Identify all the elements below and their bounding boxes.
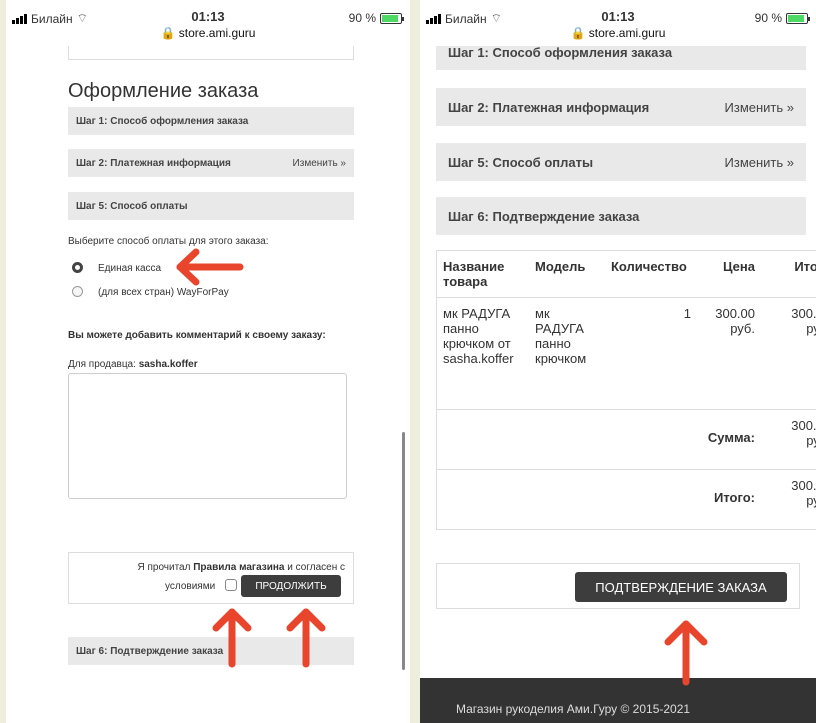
step-2-header: Шаг 2: Платежная информация Изменить »	[68, 149, 354, 177]
table-header-row: Название товара Модель Количество Цена И…	[437, 251, 816, 298]
sum-value: 300.00 руб.	[761, 409, 816, 470]
status-bar-right: Билайн ⌔ 01:13 🔒 store.ami.guru 90 %	[420, 0, 816, 46]
order-table-box: Название товара Модель Количество Цена И…	[436, 250, 816, 530]
step-2-label-right: Шаг 2: Платежная информация	[448, 99, 650, 115]
cell-total: 300.00 руб.	[791, 306, 816, 336]
agreement-box: Я прочитал Правила магазина и согласен с…	[68, 552, 354, 604]
radio-edinaya-kassa[interactable]	[72, 262, 83, 273]
radio-wayforpay[interactable]	[72, 286, 83, 297]
option-wayforpay[interactable]: (для всех стран) WayForPay	[98, 287, 229, 298]
rules-link[interactable]: Правила магазина	[193, 562, 284, 573]
scrollbar[interactable]	[402, 432, 405, 670]
seller-label-text: Для продавца:	[68, 359, 136, 370]
step-5-label: Шаг 5: Способ оплаты	[76, 200, 188, 212]
url-text-right: store.ami.guru	[588, 26, 666, 40]
agree-line2: условиями	[165, 581, 216, 592]
agree-pre: Я прочитал	[137, 562, 191, 573]
option-edinaya-kassa[interactable]: Единая касса	[98, 263, 161, 274]
confirm-order-button[interactable]: ПОДТВЕРЖДЕНИЕ ЗАКАЗА	[575, 572, 787, 602]
comment-textarea[interactable]	[68, 373, 347, 499]
battery-icon	[380, 12, 404, 24]
step-5-header[interactable]: Шаг 5: Способ оплаты	[68, 192, 354, 220]
battery-icon	[786, 12, 810, 24]
cell-model: мк РАДУГА панно крючком	[535, 306, 587, 366]
table-row: мк РАДУГА панно крючком от sasha.koffer …	[437, 298, 816, 410]
order-table: Название товара Модель Количество Цена И…	[437, 251, 816, 529]
step-5-label-right: Шаг 5: Способ оплаты	[448, 154, 594, 170]
sum-label: Сумма:	[437, 409, 761, 470]
header-qty: Количество	[605, 251, 697, 298]
step-2-change-link[interactable]: Изменить »	[293, 158, 346, 169]
seller-label: Для продавца: sasha.koffer	[68, 359, 198, 370]
step-2-header-right: Шаг 2: Платежная информация Изменить »	[436, 88, 806, 126]
battery-status: 90 %	[348, 11, 404, 25]
total-row: Итого: 300.00 руб.	[437, 469, 816, 529]
comment-heading: Вы можете добавить комментарий к своему …	[68, 330, 326, 341]
battery-status-right: 90 %	[754, 11, 810, 25]
cell-qty: 1	[683, 306, 691, 321]
step-5-change-link-right[interactable]: Изменить »	[725, 155, 794, 170]
step-2-change-link-right[interactable]: Изменить »	[725, 100, 794, 115]
address-bar[interactable]: 🔒 store.ami.guru	[6, 26, 410, 40]
step-2-label: Шаг 2: Платежная информация	[76, 157, 231, 169]
header-total: Итого	[761, 251, 816, 298]
battery-percent-right: 90 %	[754, 11, 782, 25]
header-price: Цена	[697, 251, 761, 298]
step-1-header[interactable]: Шаг 1: Способ оформления заказа	[68, 107, 354, 135]
total-value: 300.00 руб.	[761, 469, 816, 529]
sum-row: Сумма: 300.00 руб.	[437, 409, 816, 470]
step-5-header-right: Шаг 5: Способ оплаты Изменить »	[436, 143, 806, 181]
right-phone-screen: Билайн ⌔ 01:13 🔒 store.ami.guru 90 % Шаг…	[420, 0, 816, 723]
step-1-label-right: Шаг 1: Способ оформления заказа	[448, 45, 673, 60]
footer: Магазин рукоделия Ами.Гуру © 2015-2021	[420, 678, 816, 723]
battery-percent: 90 %	[348, 11, 376, 25]
payment-prompt: Выберите способ оплаты для этого заказа:	[68, 236, 269, 247]
status-bar: Билайн ⌔ 01:13 🔒 store.ami.guru 90 %	[6, 0, 410, 46]
confirm-box: ПОДТВЕРЖДЕНИЕ ЗАКАЗА	[436, 563, 800, 609]
step-6-label-right: Шаг 6: Подтверждение заказа	[448, 208, 640, 224]
step-6-header-right: Шаг 6: Подтверждение заказа	[436, 197, 806, 235]
agree-post: и согласен с	[287, 562, 345, 573]
step-1-label: Шаг 1: Способ оформления заказа	[76, 115, 249, 127]
left-phone-screen: Билайн ⌔ 01:13 🔒 store.ami.guru 90 % Офо…	[6, 0, 410, 723]
header-product: Название товара	[437, 251, 529, 298]
step-6-header: Шаг 6: Подтверждение заказа	[68, 637, 354, 665]
agreement-text: Я прочитал Правила магазина и согласен с	[137, 562, 345, 573]
continue-button[interactable]: ПРОДОЛЖИТЬ	[241, 575, 341, 597]
total-label: Итого:	[437, 469, 761, 529]
page-title: Оформление заказа	[68, 80, 259, 102]
step-6-label: Шаг 6: Подтверждение заказа	[76, 645, 224, 657]
header-model: Модель	[529, 251, 605, 298]
cell-product-name[interactable]: мк РАДУГА панно крючком от sasha.koffer	[437, 298, 529, 410]
agree-checkbox[interactable]	[225, 579, 237, 591]
cell-price: 300.00 руб.	[715, 306, 755, 336]
footer-copyright: Магазин рукоделия Ами.Гуру © 2015-2021	[456, 702, 691, 716]
previous-box	[68, 46, 354, 60]
url-text: store.ami.guru	[178, 26, 256, 40]
seller-name: sasha.koffer	[138, 359, 198, 370]
address-bar-right[interactable]: 🔒 store.ami.guru	[420, 26, 816, 40]
